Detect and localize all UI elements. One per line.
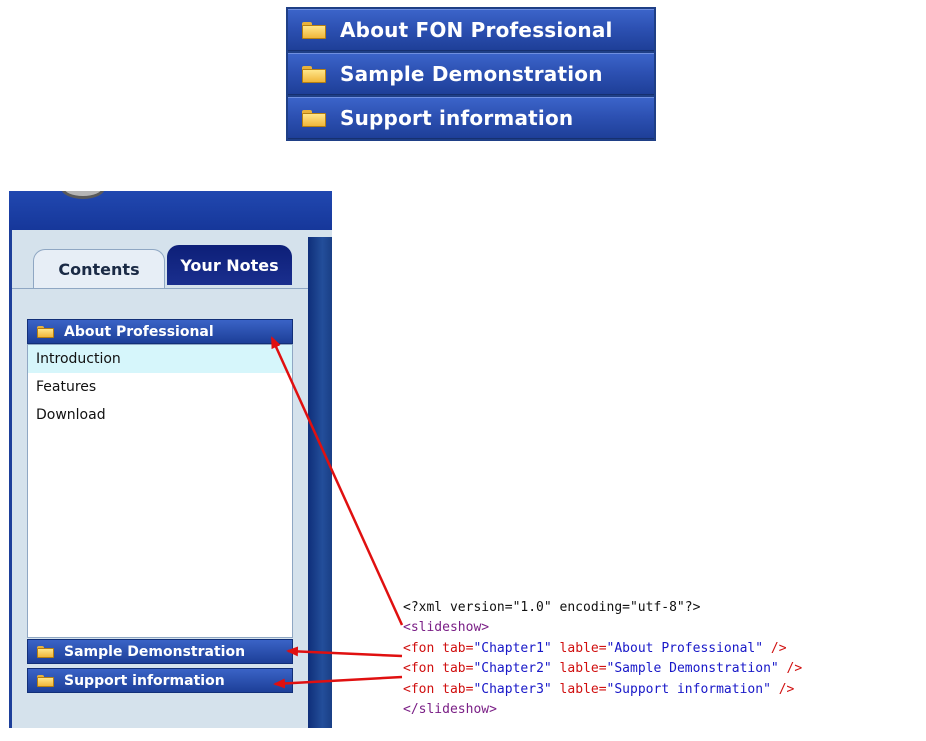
xml-code-block: <?xml version="1.0" encoding="utf-8"?> <s… [403, 577, 926, 741]
folder-icon [37, 325, 54, 338]
right-strip [308, 237, 332, 728]
player-panel: Contents Your Notes About Professional I… [9, 191, 332, 728]
chapter-item-list: Introduction Features Download [27, 344, 293, 638]
chapter-support-information[interactable]: Support information [27, 668, 293, 693]
panel-header [9, 191, 332, 230]
menu-item-label: About FON Professional [340, 18, 613, 42]
folder-icon [302, 21, 326, 39]
chapter-label: Sample Demonstration [64, 643, 246, 660]
fon-line-1: <fon tab="Chapter1" lable="About Profess… [403, 640, 787, 656]
menu-item-label: Sample Demonstration [340, 62, 603, 86]
folder-icon [37, 674, 54, 687]
list-item-introduction[interactable]: Introduction [28, 345, 292, 373]
top-menu: About FON Professional Sample Demonstrat… [286, 7, 656, 141]
menu-item-sample[interactable]: Sample Demonstration [288, 53, 654, 95]
menu-item-label: Support information [340, 106, 574, 130]
chapter-label: Support information [64, 672, 225, 689]
folder-icon [302, 65, 326, 83]
xml-declaration: <?xml version="1.0" encoding="utf-8"?> [403, 599, 701, 615]
list-item-download[interactable]: Download [28, 401, 292, 429]
tab-your-notes[interactable]: Your Notes [167, 245, 292, 285]
fon-line-3: <fon tab="Chapter3" lable="Support infor… [403, 681, 795, 697]
menu-item-about[interactable]: About FON Professional [288, 9, 654, 51]
chapter-label: About Professional [64, 323, 214, 340]
chapter-sample-demonstration[interactable]: Sample Demonstration [27, 639, 293, 664]
slideshow-open-tag: <slideshow> [403, 620, 490, 635]
fon-line-2: <fon tab="Chapter2" lable="Sample Demons… [403, 661, 803, 676]
folder-icon [37, 645, 54, 658]
folder-icon [302, 109, 326, 127]
knob-icon [61, 191, 105, 199]
chapter-about-professional[interactable]: About Professional [27, 319, 293, 344]
panel-edge [9, 230, 12, 728]
tab-contents[interactable]: Contents [33, 249, 165, 289]
slideshow-close-tag: </slideshow> [403, 702, 497, 717]
list-item-features[interactable]: Features [28, 373, 292, 401]
menu-item-support[interactable]: Support information [288, 97, 654, 139]
tab-divider [12, 288, 308, 289]
